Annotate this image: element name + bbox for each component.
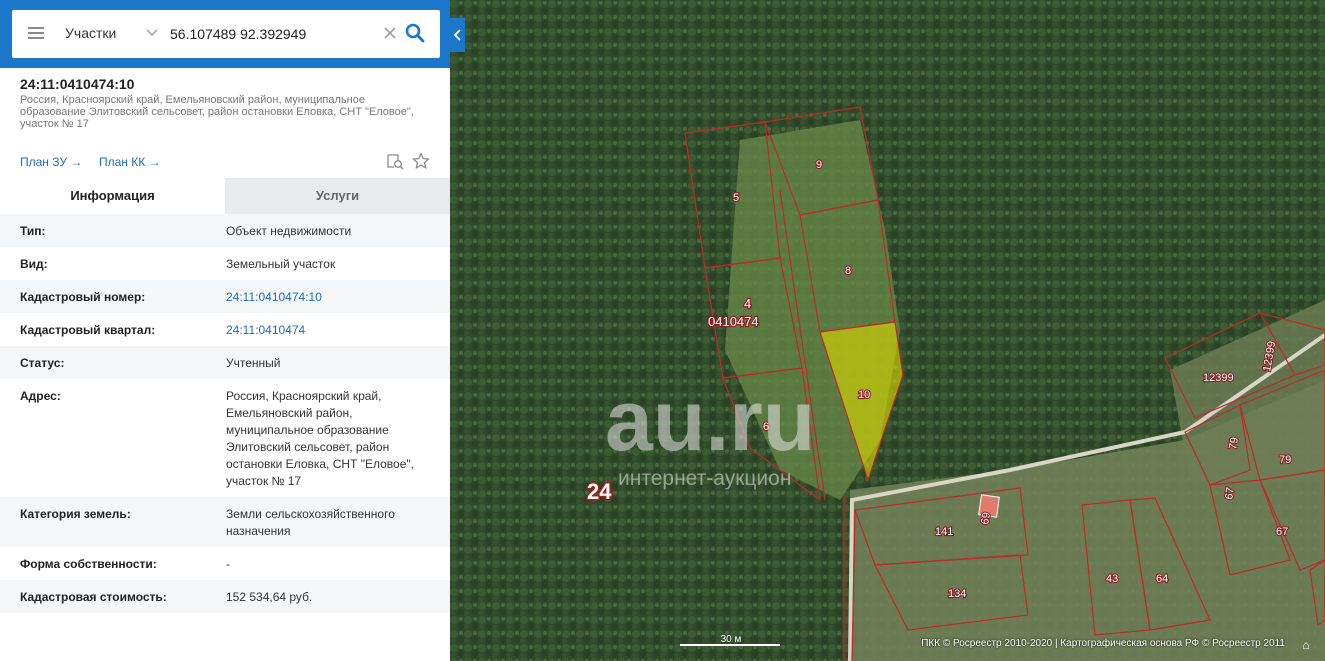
parcel-label[interactable]: 64 (1155, 572, 1169, 586)
chevron-left-icon (453, 29, 461, 41)
watermark-subtitle: интернет-аукцион (618, 467, 791, 490)
info-key: Кадастровый квартал: (20, 323, 156, 337)
info-row: Категория земель: Земли сельскохозяйстве… (0, 497, 450, 547)
info-value: 152 534,64 руб. (226, 590, 313, 604)
cadastral-number-link[interactable]: 24:11:0410474:10 (226, 289, 431, 306)
info-row: Кадастровый номер: 24:11:0410474:10 (0, 280, 450, 313)
zoom-to-object-icon[interactable] (386, 152, 404, 170)
info-key: Вид: (20, 257, 48, 271)
info-key: Статус: (20, 356, 65, 370)
scale-label: 30 м (721, 634, 742, 645)
parcel-label[interactable]: 134 (947, 587, 968, 601)
parcel-label[interactable]: 43 (1105, 572, 1119, 586)
star-icon[interactable] (412, 152, 430, 170)
plan-kk-link[interactable]: План КК → (99, 155, 161, 169)
info-row: Тип: Объект недвижимости (0, 214, 450, 247)
info-value: Земельный участок (226, 257, 336, 271)
layer-select[interactable]: Участки (65, 25, 116, 41)
region-label: 24 (587, 479, 612, 504)
close-icon[interactable] (383, 26, 397, 40)
info-value: Земли сельскохозяйственного назначения (226, 507, 395, 538)
info-value: Учтенный (226, 356, 281, 370)
parcel-label[interactable]: 8 (844, 264, 852, 278)
info-key: Форма собственности: (20, 557, 157, 571)
info-row: Статус: Учтенный (0, 346, 450, 379)
chevron-down-icon[interactable] (146, 26, 158, 38)
parcel-label[interactable]: 4 (743, 295, 753, 313)
search-bar: Участки (0, 0, 450, 68)
parcel-label[interactable]: 69 (978, 510, 994, 526)
tab-services[interactable]: Услуги (225, 178, 450, 214)
watermark-logo: au.ru (605, 373, 815, 469)
info-key: Кадастровая стоимость: (20, 590, 167, 604)
parcel-label[interactable]: 12399 (1202, 371, 1235, 385)
cadastral-quarter-link[interactable]: 24:11:0410474 (226, 322, 431, 339)
info-key: Кадастровый номер: (20, 290, 146, 304)
info-value: Россия, Красноярский край, Емельяновский… (226, 389, 414, 488)
info-value: - (226, 557, 230, 571)
collapse-panel-button[interactable] (450, 18, 465, 52)
tab-bar: Информация Услуги (0, 178, 450, 214)
parcel-label[interactable]: 79 (1278, 453, 1292, 467)
plan-zu-link[interactable]: План ЗУ → (20, 155, 82, 169)
parcel-label[interactable]: 67 (1275, 525, 1289, 539)
info-key: Тип: (20, 224, 46, 238)
map-canvas[interactable]: 5 9 8 4 10 6 12399 12399 79 79 67 141 69… (450, 0, 1325, 661)
map-view[interactable]: 5 9 8 4 10 6 12399 12399 79 79 67 141 69… (450, 0, 1325, 661)
info-row: Вид: Земельный участок (0, 247, 450, 280)
search-input[interactable] (170, 23, 380, 45)
home-icon[interactable]: ⌂ (1299, 638, 1313, 652)
parcel-label[interactable]: 5 (732, 191, 740, 205)
search-icon[interactable] (405, 23, 425, 43)
info-row: Форма собственности: - (0, 547, 450, 580)
parcel-label[interactable]: 10 (857, 388, 871, 402)
info-row: Адрес: Россия, Красноярский край, Емелья… (0, 379, 450, 497)
object-address: Россия, Красноярский край, Емельяновский… (20, 94, 414, 130)
info-key: Адрес: (20, 389, 61, 403)
info-key: Категория земель: (20, 507, 131, 521)
menu-icon[interactable] (28, 27, 44, 39)
info-table: Тип: Объект недвижимости Вид: Земельный … (0, 214, 450, 613)
parcel-label[interactable]: 141 (934, 525, 955, 539)
map-attribution: ПКК © Росреестр 2010-2020 | Картографиче… (921, 638, 1285, 649)
parcel-label[interactable]: 67 (1222, 485, 1238, 501)
info-value: Объект недвижимости (226, 224, 352, 238)
info-panel: Участки 24:11:0410474:10 Россия, Красноя… (0, 0, 450, 661)
parcel-label[interactable]: 79 (1226, 435, 1242, 451)
info-row: Кадастровая стоимость: 152 534,64 руб. (0, 580, 450, 613)
object-title: 24:11:0410474:10 (20, 76, 135, 92)
quarter-label[interactable]: 0410474 (707, 313, 760, 331)
parcel-label[interactable]: 9 (815, 158, 823, 172)
info-row: Кадастровый квартал: 24:11:0410474 (0, 313, 450, 346)
search-box: Участки (12, 10, 440, 58)
tab-information[interactable]: Информация (0, 178, 225, 214)
